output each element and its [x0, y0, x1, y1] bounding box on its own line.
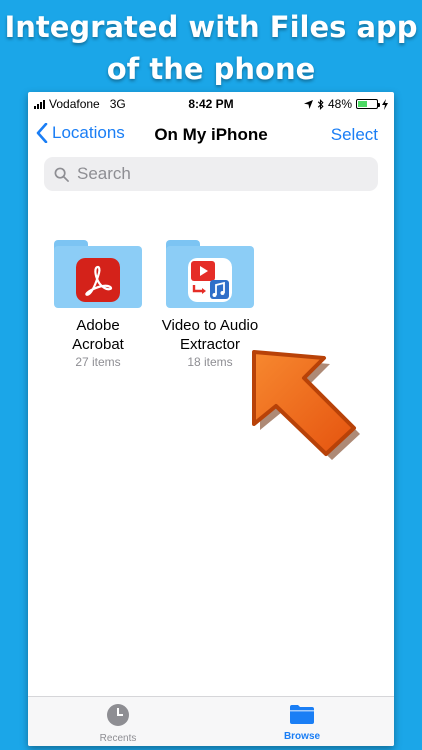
folder-name-line1: Adobe [76, 317, 120, 334]
tab-recents-label: Recents [99, 733, 137, 744]
search-placeholder: Search [77, 164, 131, 183]
tab-browse-label: Browse [283, 731, 321, 742]
promo-headline-line2: of the phone [106, 52, 316, 86]
search-icon [54, 167, 69, 182]
promo-headline-line1: Integrated with Files app [4, 10, 418, 44]
location-arrow-icon [303, 99, 313, 109]
folder-name: Adobe Acrobat [44, 316, 152, 354]
folder-icon [290, 705, 314, 724]
folder-name-line2: Acrobat [72, 336, 124, 353]
bluetooth-icon [317, 98, 324, 110]
tab-bar: Recents Browse [28, 696, 394, 746]
navigation-bar: Locations On My iPhone Select [28, 120, 394, 150]
promo-headline: Integrated with Files app of the phone [0, 6, 422, 90]
folder-name-line1: Video to Audio [161, 317, 259, 334]
tab-recents[interactable]: Recents [58, 703, 178, 744]
adobe-acrobat-icon [76, 258, 120, 302]
folder-adobe-acrobat[interactable]: Adobe Acrobat 27 items [44, 240, 152, 369]
battery-fill [358, 101, 367, 107]
battery-icon [356, 99, 380, 109]
video-to-audio-app-icon [188, 258, 232, 302]
tab-browse[interactable]: Browse [242, 703, 362, 742]
charging-bolt-icon [382, 98, 388, 110]
status-right: 48% [303, 97, 388, 111]
select-button[interactable]: Select [331, 125, 378, 145]
pointer-arrow-icon [252, 350, 360, 460]
folder-icon [166, 240, 254, 308]
search-input[interactable]: Search [44, 157, 378, 191]
battery-percent: 48% [327, 97, 352, 111]
status-bar: Vodafone 3G 8:42 PM 48% [28, 92, 394, 116]
clock-icon [107, 704, 129, 726]
folder-icon [54, 240, 142, 308]
folder-item-count: 27 items [75, 355, 121, 369]
